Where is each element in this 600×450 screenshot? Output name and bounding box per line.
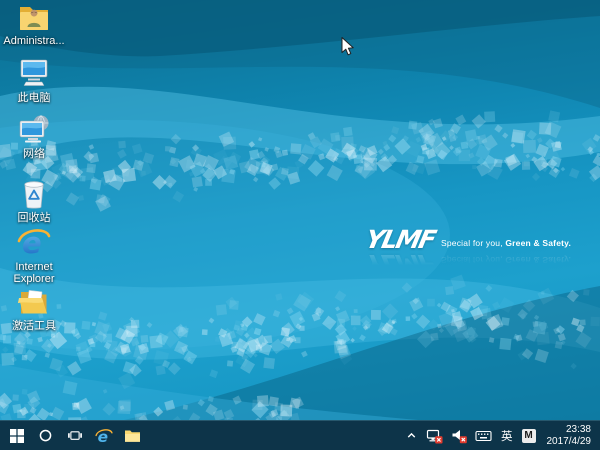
desktop-icon-activation-tools[interactable]: 激活工具 <box>2 286 66 332</box>
chevron-up-icon <box>405 429 418 442</box>
network-status-button[interactable] <box>422 421 447 450</box>
hidden-icons-button[interactable] <box>401 421 422 450</box>
desktop-icon-label: 回收站 <box>18 212 51 224</box>
brand-reflection: YLMF Special for you, Green & Safety. <box>366 252 571 274</box>
search-circle-icon <box>38 428 53 443</box>
folder-icon <box>124 428 141 443</box>
system-tray: 英 M 23:38 2017/4/29 <box>401 421 600 450</box>
network-icon <box>16 114 52 146</box>
ime-badge: M <box>522 429 536 443</box>
ime-language-indicator[interactable]: 英 <box>496 421 518 450</box>
ime-method-button[interactable]: M <box>518 421 540 450</box>
start-button[interactable] <box>2 421 31 450</box>
desktop-icon-label: 激活工具 <box>12 320 56 332</box>
user-folder-icon <box>16 3 52 33</box>
touch-keyboard-icon <box>475 429 492 443</box>
desktop-icon-recycle-bin[interactable]: 回收站 <box>2 177 66 224</box>
volume-button[interactable] <box>447 421 471 450</box>
taskbar-internet-explorer[interactable]: e <box>89 421 118 450</box>
internet-explorer-icon: e <box>95 427 113 445</box>
taskbar: e <box>0 420 600 450</box>
internet-explorer-icon: e <box>17 225 51 259</box>
desktop-icon-this-pc[interactable]: 此电脑 <box>2 58 66 104</box>
volume-muted-icon <box>451 428 467 444</box>
windows-desktop: YLMF Special for you, Green & Safety. YL… <box>0 0 600 450</box>
recycle-bin-icon <box>18 177 50 210</box>
wallpaper-background <box>0 0 600 450</box>
brand-tagline: Special for you, Green & Safety. <box>441 238 571 251</box>
desktop-icon-network[interactable]: 网络 <box>2 114 66 160</box>
clock-date: 2017/4/29 <box>547 436 592 448</box>
clock-time: 23:38 <box>566 424 591 436</box>
desktop-icon-label: 网络 <box>23 148 45 160</box>
wallpaper-brand-logo: YLMF Special for you, Green & Safety. YL… <box>366 229 571 274</box>
windows-logo-icon <box>10 429 24 443</box>
brand-text: YLMF <box>364 229 437 251</box>
taskbar-clock[interactable]: 23:38 2017/4/29 <box>540 424 600 447</box>
task-view-button[interactable] <box>60 421 89 450</box>
taskbar-file-explorer[interactable] <box>118 421 147 450</box>
search-button[interactable] <box>31 421 60 450</box>
folder-icon <box>17 286 51 318</box>
desktop-icon-internet-explorer[interactable]: e Internet Explorer <box>2 225 66 285</box>
touch-keyboard-button[interactable] <box>471 421 496 450</box>
taskbar-buttons: e <box>2 421 147 450</box>
desktop-icon-label: 此电脑 <box>18 92 51 104</box>
computer-icon <box>16 58 52 90</box>
task-view-icon <box>67 428 83 443</box>
desktop-icon-administrator[interactable]: Administra... <box>2 3 66 47</box>
desktop-icon-label: Administra... <box>3 35 64 47</box>
network-disconnected-icon <box>426 428 443 444</box>
desktop-icon-label: Internet Explorer <box>3 261 65 285</box>
